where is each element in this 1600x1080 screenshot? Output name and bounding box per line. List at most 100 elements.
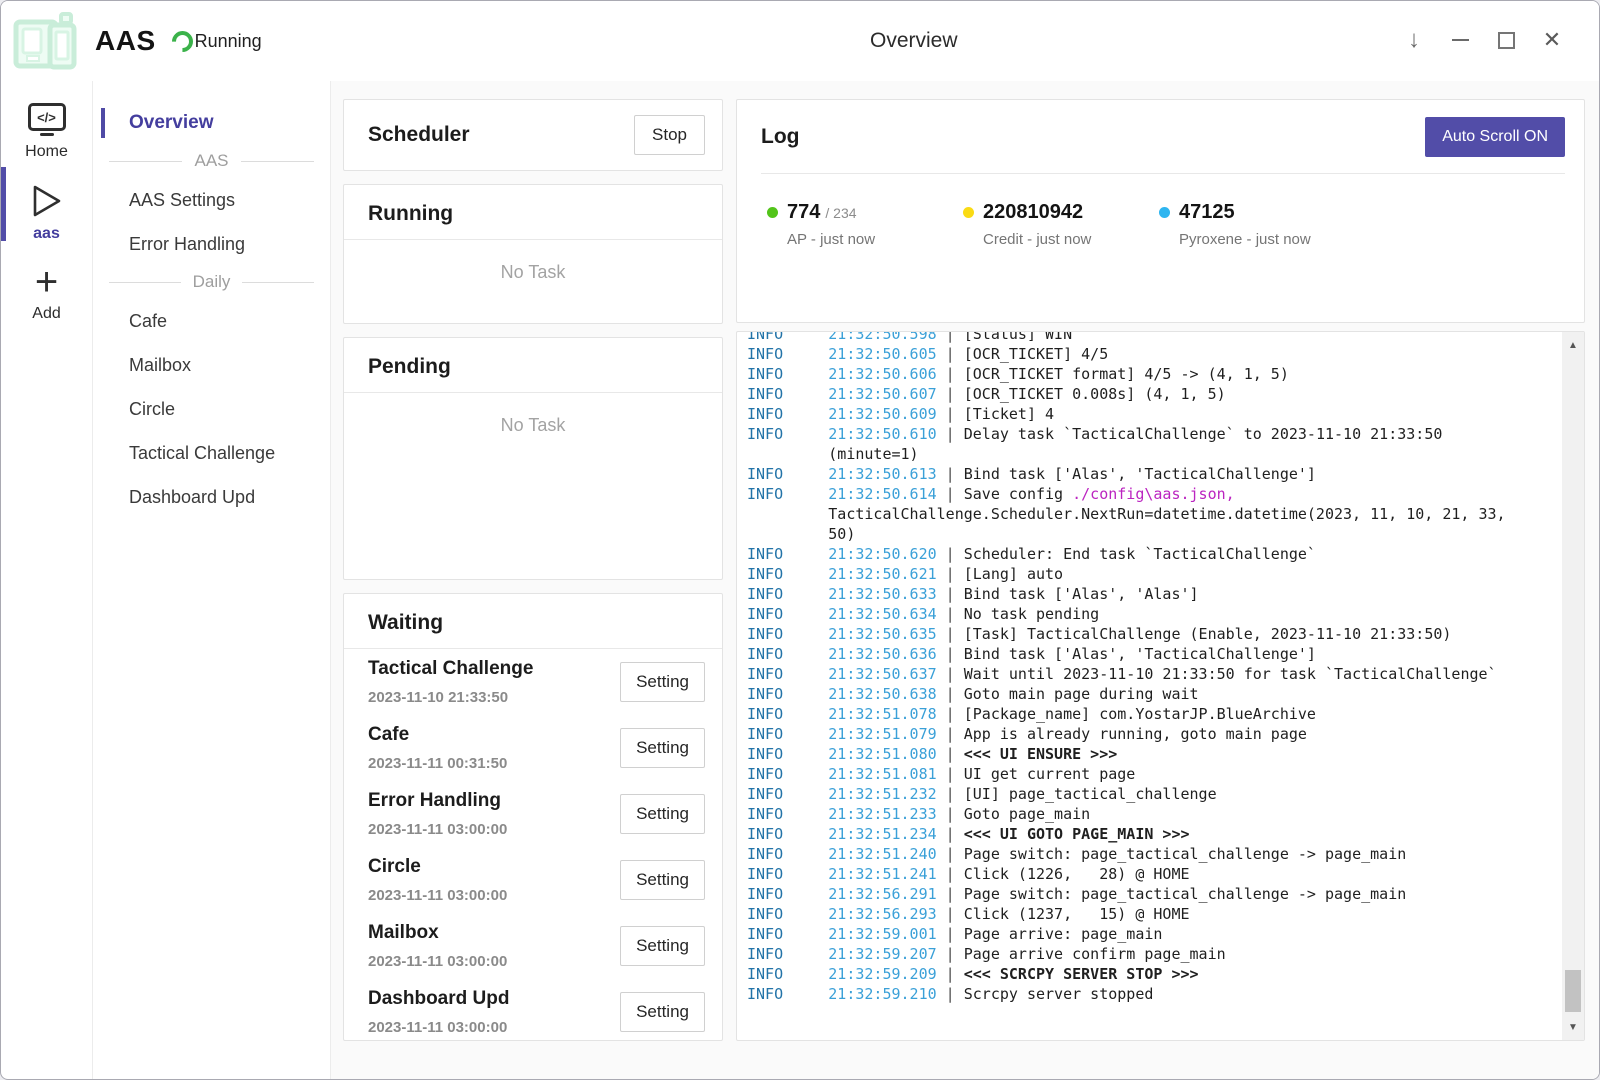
log-message: Click (1226, 28) @ HOME [964, 865, 1190, 883]
log-timestamp: 21:32:50.607 [828, 385, 936, 403]
scrollbar-thumb[interactable] [1565, 970, 1581, 1012]
task-setting-button[interactable]: Setting [620, 992, 705, 1032]
divider [344, 239, 722, 240]
waiting-task-info: Circle2023-11-11 03:00:00 [368, 856, 507, 904]
log-separator: | [937, 865, 964, 883]
log-message: Bind task ['Alas', 'Alas'] [964, 585, 1199, 603]
rail-item-add[interactable]: + Add [1, 265, 92, 323]
nav-item-tactical-challenge[interactable]: Tactical Challenge [93, 434, 330, 473]
resource-stat: 47125Pyroxene - just now [1159, 201, 1355, 248]
log-level: INFO [747, 365, 828, 383]
log-entry: INFO 21:32:50.633 | Bind task ['Alas', '… [747, 584, 1507, 604]
rail-item-label: aas [33, 225, 60, 243]
log-timestamp: 21:32:51.080 [828, 745, 936, 763]
log-entry: INFO 21:32:50.620 | Scheduler: End task … [747, 544, 1507, 564]
log-entry: INFO 21:32:56.291 | Page switch: page_ta… [747, 884, 1507, 904]
auto-scroll-toggle-button[interactable]: Auto Scroll ON [1425, 117, 1565, 157]
nav-item-circle[interactable]: Circle [93, 390, 330, 429]
nav-item-dashboard-upd[interactable]: Dashboard Upd [93, 478, 330, 517]
log-timestamp: 21:32:50.605 [828, 345, 936, 363]
log-entry: INFO 21:32:50.609 | [Ticket] 4 [747, 404, 1507, 424]
task-setting-button[interactable]: Setting [620, 662, 705, 702]
waiting-title: Waiting [344, 611, 722, 635]
log-level: INFO [747, 465, 828, 483]
log-timestamp: 21:32:59.001 [828, 925, 936, 943]
log-level: INFO [747, 485, 828, 503]
log-timestamp: 21:32:50.637 [828, 665, 936, 683]
scroll-down-arrow-icon[interactable]: ▼ [1562, 1016, 1584, 1038]
log-separator: | [937, 745, 964, 763]
log-message: [OCR_TICKET format] 4/5 -> (4, 1, 5) [964, 365, 1289, 383]
task-setting-button[interactable]: Setting [620, 926, 705, 966]
status-dot-icon [767, 207, 778, 218]
log-entry: INFO 21:32:50.605 | [OCR_TICKET] 4/5 [747, 344, 1507, 364]
maximize-button[interactable] [1483, 17, 1529, 63]
stat-total: / 234 [825, 205, 856, 221]
log-separator: | [937, 945, 964, 963]
log-level: INFO [747, 765, 828, 783]
waiting-panel: Waiting Tactical Challenge2023-11-10 21:… [343, 593, 723, 1041]
log-level: INFO [747, 905, 828, 923]
waiting-task-info: Tactical Challenge2023-11-10 21:33:50 [368, 658, 533, 706]
stop-button[interactable]: Stop [634, 115, 705, 155]
log-separator: | [937, 565, 964, 583]
log-level: INFO [747, 385, 828, 403]
log-timestamp: 21:32:50.638 [828, 685, 936, 703]
log-entry: INFO 21:32:50.621 | [Lang] auto [747, 564, 1507, 584]
stat-label: AP - just now [767, 231, 963, 248]
log-timestamp: 21:32:50.609 [828, 405, 936, 423]
log-lines: INFO 21:32:50.598 | [Status] WININFO 21:… [737, 331, 1507, 1004]
log-entry: INFO 21:32:50.598 | [Status] WIN [747, 331, 1507, 344]
log-timestamp: 21:32:51.233 [828, 805, 936, 823]
log-output-panel[interactable]: INFO 21:32:50.598 | [Status] WININFO 21:… [736, 331, 1585, 1041]
rail-item-label: Home [25, 143, 68, 161]
rail-item-home[interactable]: </> Home [1, 103, 92, 161]
log-message: Scrcpy server stopped [964, 985, 1154, 1003]
log-message: <<< UI ENSURE >>> [964, 745, 1118, 763]
log-entry: INFO 21:32:51.234 | <<< UI GOTO PAGE_MAI… [747, 824, 1507, 844]
close-icon: ✕ [1543, 27, 1561, 53]
log-level: INFO [747, 865, 828, 883]
minimize-button[interactable] [1437, 17, 1483, 63]
running-empty-text: No Task [344, 262, 722, 283]
log-separator: | [937, 725, 964, 743]
minimize-icon [1452, 39, 1469, 41]
log-entry: INFO 21:32:50.614 | Save config ./config… [747, 484, 1507, 544]
task-name: Error Handling [368, 790, 507, 812]
log-message: [Package_name] com.YostarJP.BlueArchive [964, 705, 1316, 723]
close-button[interactable]: ✕ [1529, 17, 1575, 63]
log-message: Page arrive: page_main [964, 925, 1163, 943]
log-timestamp: 21:32:51.081 [828, 765, 936, 783]
nav-item-overview[interactable]: Overview [93, 103, 330, 143]
task-setting-button[interactable]: Setting [620, 860, 705, 900]
scroll-up-arrow-icon[interactable]: ▲ [1562, 334, 1584, 356]
nav-item-mailbox[interactable]: Mailbox [93, 346, 330, 385]
rail-item-label: Add [32, 305, 60, 323]
task-setting-button[interactable]: Setting [620, 794, 705, 834]
stat-label: Pyroxene - just now [1159, 231, 1355, 248]
log-scrollbar[interactable]: ▲ ▼ [1562, 332, 1584, 1040]
log-level: INFO [747, 785, 828, 803]
stat-value: 774 [787, 201, 820, 224]
log-timestamp: 21:32:50.621 [828, 565, 936, 583]
rail-item-aas[interactable]: aas [1, 183, 92, 243]
log-timestamp: 21:32:59.210 [828, 985, 936, 1003]
log-separator: | [937, 365, 964, 383]
titlebar: AAS Running Overview ↓ ✕ [1, 1, 1599, 81]
nav-item-cafe[interactable]: Cafe [93, 302, 330, 341]
task-next-run-time: 2023-11-11 03:00:00 [368, 821, 507, 838]
log-message: Page switch: page_tactical_challenge -> … [964, 845, 1407, 863]
running-spinner-icon [167, 26, 197, 56]
log-title: Log [761, 125, 799, 149]
nav-item-error-handling[interactable]: Error Handling [93, 225, 330, 264]
log-separator: | [937, 645, 964, 663]
download-update-button[interactable]: ↓ [1391, 17, 1437, 63]
log-timestamp: 21:32:50.610 [828, 425, 936, 443]
resource-stats: 774/ 234AP - just now220810942Credit - j… [761, 201, 1565, 248]
log-separator: | [937, 685, 964, 703]
play-icon [30, 183, 64, 219]
nav-item-aas-settings[interactable]: AAS Settings [93, 181, 330, 220]
task-setting-button[interactable]: Setting [620, 728, 705, 768]
task-next-run-time: 2023-11-10 21:33:50 [368, 689, 533, 706]
divider-line [242, 282, 314, 283]
